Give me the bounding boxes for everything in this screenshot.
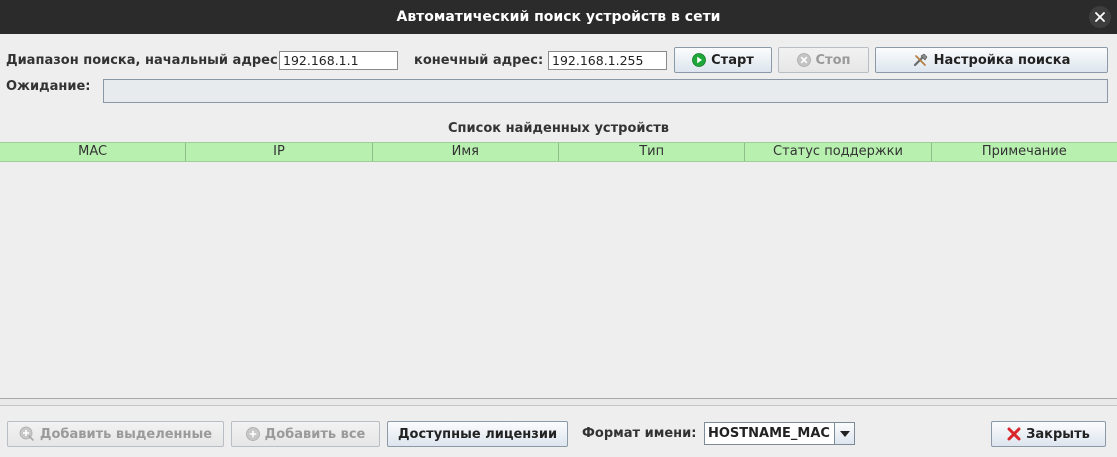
- device-table-header: MAC IP Имя Тип Статус поддержки Примечан…: [0, 142, 1117, 162]
- add-selected-button[interactable]: Добавить выделенные: [7, 421, 224, 447]
- panel-separator: [0, 398, 1117, 406]
- add-all-icon: [245, 427, 260, 441]
- column-header-type[interactable]: Тип: [559, 143, 746, 161]
- close-button-label: Закрыть: [1026, 426, 1090, 442]
- play-icon: [692, 53, 707, 67]
- column-header-support-status[interactable]: Статус поддержки: [745, 143, 932, 161]
- name-format-dropdown-arrow[interactable]: [834, 423, 854, 444]
- name-format-label: Формат имени:: [582, 426, 697, 441]
- add-selected-button-label: Добавить выделенные: [39, 426, 213, 442]
- end-address-label: конечный адрес:: [414, 53, 544, 68]
- window-title: Автоматический поиск устройств в сети: [396, 9, 721, 25]
- title-bar: Автоматический поиск устройств в сети: [0, 0, 1117, 34]
- triangle-down-icon: [839, 430, 850, 437]
- waiting-label: Ожидание:: [6, 79, 91, 94]
- start-address-label: Диапазон поиска, начальный адрес:: [6, 53, 283, 68]
- column-header-mac[interactable]: MAC: [0, 143, 187, 161]
- name-format-select[interactable]: HOSTNAME_MAC: [704, 422, 855, 445]
- close-button[interactable]: Закрыть: [991, 421, 1106, 447]
- device-list-title: Список найденных устройств: [448, 121, 669, 136]
- add-all-button-label: Добавить все: [264, 426, 366, 442]
- search-settings-button[interactable]: Настройка поиска: [875, 47, 1108, 73]
- start-address-input[interactable]: 192.168.1.1: [279, 51, 398, 70]
- name-format-value: HOSTNAME_MAC: [708, 426, 830, 441]
- column-header-note[interactable]: Примечание: [932, 143, 1117, 161]
- close-x-icon: [1007, 427, 1021, 441]
- stop-button-label: Стоп: [815, 52, 851, 68]
- stop-button[interactable]: Стоп: [778, 47, 869, 73]
- search-settings-button-label: Настройка поиска: [933, 52, 1071, 68]
- add-all-button[interactable]: Добавить все: [231, 421, 380, 447]
- add-selected-icon: [19, 426, 34, 441]
- column-header-name[interactable]: Имя: [373, 143, 559, 161]
- start-button[interactable]: Старт: [674, 47, 772, 73]
- device-table-body[interactable]: [0, 162, 1117, 398]
- column-header-ip[interactable]: IP: [186, 143, 373, 161]
- window-close-button[interactable]: [1089, 6, 1111, 28]
- search-progress-bar: [103, 79, 1108, 103]
- end-address-input[interactable]: 192.168.1.255: [548, 51, 667, 70]
- available-licenses-button-label: Доступные лицензии: [397, 426, 558, 442]
- stop-icon: [796, 53, 811, 67]
- close-icon: [1095, 12, 1105, 22]
- available-licenses-button[interactable]: Доступные лицензии: [387, 421, 568, 447]
- tools-icon: [913, 53, 928, 67]
- start-button-label: Старт: [711, 52, 754, 68]
